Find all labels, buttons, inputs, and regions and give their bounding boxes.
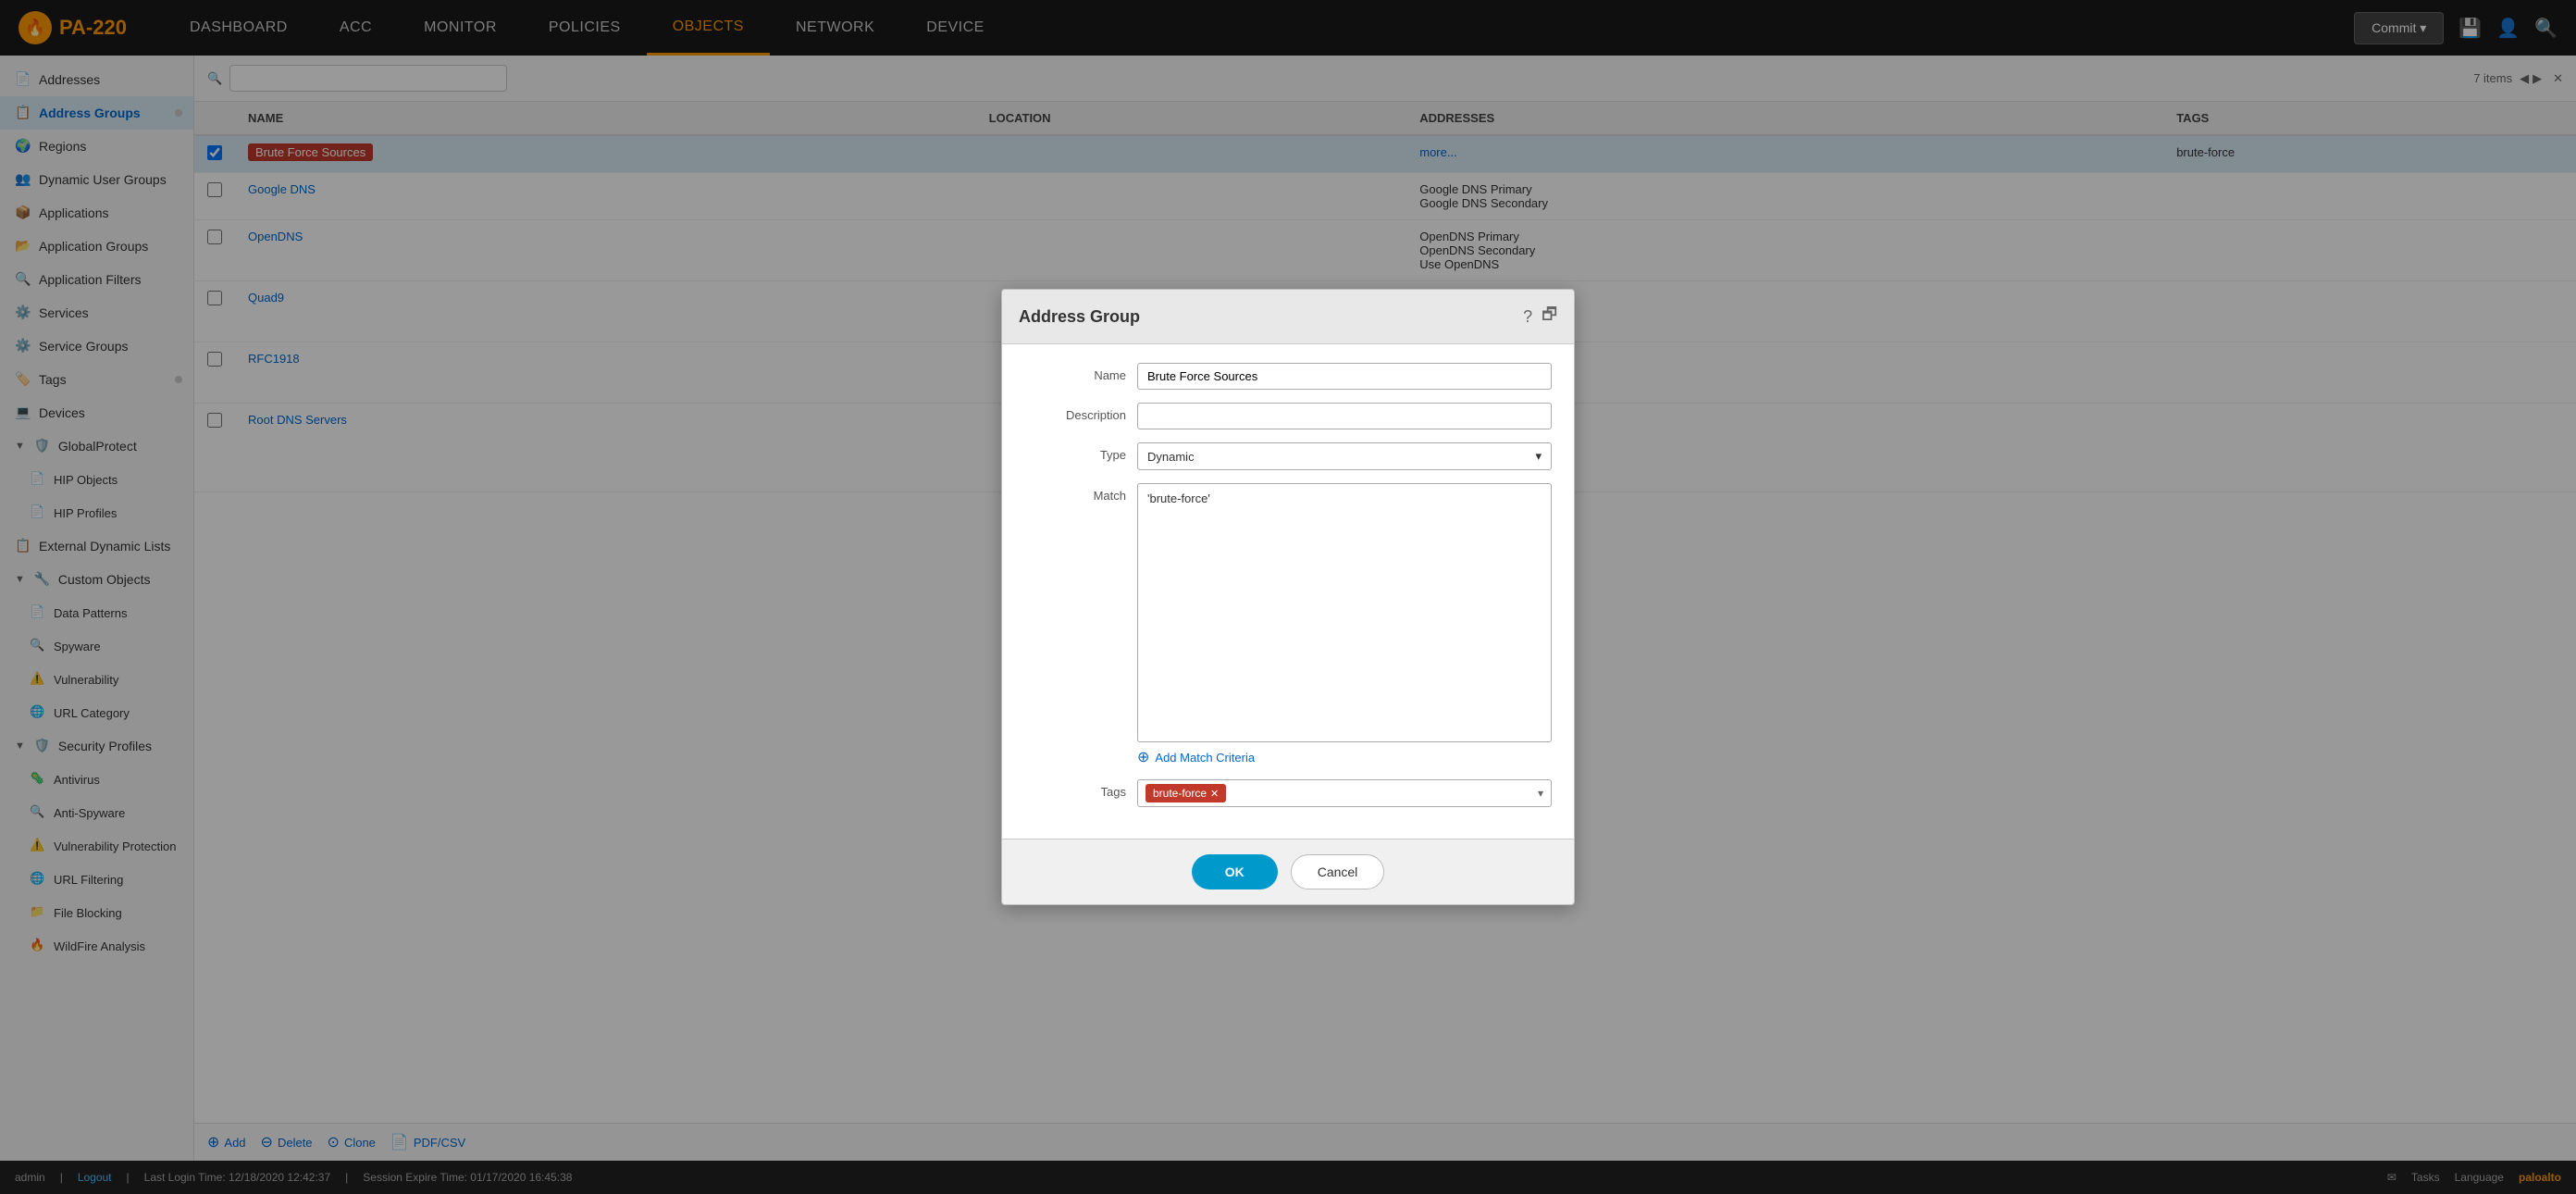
minimize-icon[interactable]: 🗗 <box>1542 303 1557 330</box>
match-area[interactable]: 'brute-force' <box>1137 483 1552 742</box>
description-input[interactable] <box>1137 403 1552 429</box>
description-label: Description <box>1024 403 1126 422</box>
tags-label: Tags <box>1024 779 1126 799</box>
tag-remove[interactable]: ✕ <box>1210 788 1219 800</box>
match-container: 'brute-force' ⊕ Add Match Criteria <box>1137 483 1552 766</box>
match-row: Match 'brute-force' ⊕ Add Match Criteria <box>1024 483 1552 766</box>
modal-overlay: Address Group ? 🗗 Name Description Type <box>0 0 2576 1194</box>
ok-button[interactable]: OK <box>1192 854 1278 889</box>
tags-row: Tags brute-force ✕ ▾ <box>1024 779 1552 807</box>
modal-footer: OK Cancel <box>1002 839 1574 904</box>
add-match-label: Add Match Criteria <box>1155 751 1255 765</box>
name-input[interactable] <box>1137 363 1552 390</box>
help-icon[interactable]: ? <box>1523 307 1532 327</box>
modal-header-icons: ? 🗗 <box>1523 303 1557 330</box>
type-row: Type Dynamic ▾ <box>1024 442 1552 470</box>
tags-input[interactable]: brute-force ✕ ▾ <box>1137 779 1552 807</box>
modal-header: Address Group ? 🗗 <box>1002 290 1574 344</box>
tag-label: brute-force <box>1153 787 1207 800</box>
modal-body: Name Description Type Dynamic ▾ Match <box>1002 344 1574 839</box>
add-match-icon: ⊕ <box>1137 748 1149 766</box>
add-match-criteria[interactable]: ⊕ Add Match Criteria <box>1137 748 1552 766</box>
match-value: 'brute-force' <box>1147 491 1210 505</box>
cancel-button[interactable]: Cancel <box>1291 854 1385 889</box>
match-label: Match <box>1024 483 1126 503</box>
type-chevron: ▾ <box>1535 449 1542 464</box>
name-row: Name <box>1024 363 1552 390</box>
tags-chevron: ▾ <box>1538 787 1543 800</box>
address-group-modal: Address Group ? 🗗 Name Description Type <box>1001 289 1575 905</box>
description-row: Description <box>1024 403 1552 429</box>
tag-brute-force: brute-force ✕ <box>1146 784 1226 802</box>
modal-title: Address Group <box>1019 307 1523 327</box>
name-label: Name <box>1024 363 1126 382</box>
type-select[interactable]: Dynamic ▾ <box>1137 442 1552 470</box>
type-value: Dynamic <box>1147 450 1195 464</box>
type-label: Type <box>1024 442 1126 462</box>
